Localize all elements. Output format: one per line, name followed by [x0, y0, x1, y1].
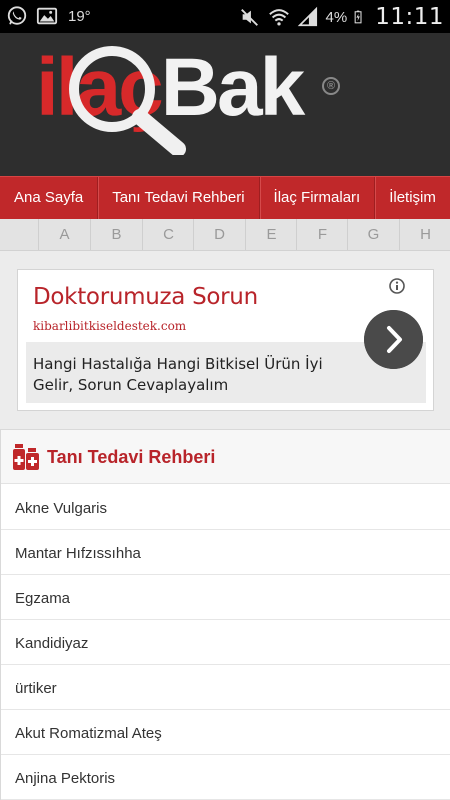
- ad-arrow-button[interactable]: [364, 310, 423, 369]
- status-bar: 19° 4% 11:11: [0, 0, 450, 33]
- alphabet-letter[interactable]: C: [142, 219, 194, 250]
- alphabet-letter[interactable]: G: [347, 219, 399, 250]
- nav-item-contact[interactable]: İletişim: [375, 177, 450, 219]
- alphabet-letter[interactable]: B: [90, 219, 142, 250]
- list-item[interactable]: Mantar Hıfzıssıhha: [1, 530, 450, 575]
- status-bar-right: 4% 11:11: [239, 4, 444, 30]
- alphabet-letter[interactable]: F: [296, 219, 348, 250]
- magnifier-icon: [69, 46, 186, 155]
- nav-item-home[interactable]: Ana Sayfa: [0, 177, 99, 219]
- battery-percent-text: 4%: [325, 8, 348, 26]
- ad-content: Doktorumuza Sorun kibarlibitkiseldestek.…: [26, 278, 426, 403]
- list-item[interactable]: Akut Romatizmal Ateş: [1, 710, 450, 755]
- list-item[interactable]: ürtiker: [1, 665, 450, 710]
- alphabet-letter[interactable]: D: [193, 219, 245, 250]
- ad-info-icon[interactable]: [389, 278, 405, 294]
- ad-url[interactable]: kibarlibitkiseldestek.com: [33, 319, 186, 333]
- list-item[interactable]: Anjina Pektoris: [1, 755, 450, 800]
- medicine-bottles-icon: [13, 444, 39, 470]
- image-icon: [36, 7, 58, 25]
- registered-mark: ®: [322, 77, 340, 95]
- alphabet-letter[interactable]: A: [38, 219, 90, 250]
- wifi-icon: [268, 9, 289, 26]
- alphabet-letter[interactable]: E: [245, 219, 297, 250]
- alphabet-letter[interactable]: H: [399, 219, 450, 250]
- ad-banner[interactable]: Doktorumuza Sorun kibarlibitkiseldestek.…: [17, 269, 434, 411]
- diagnosis-list: Akne Vulgaris Mantar Hıfzıssıhha Egzama …: [1, 485, 450, 800]
- app-header: ilaçBak ®: [0, 33, 450, 176]
- signal-icon: [297, 6, 317, 27]
- list-item[interactable]: Egzama: [1, 575, 450, 620]
- battery-icon: [354, 10, 362, 24]
- clock-text: 11:11: [375, 4, 444, 30]
- whatsapp-icon: [7, 6, 27, 25]
- temperature-text: 19°: [68, 7, 91, 25]
- list-item[interactable]: Akne Vulgaris: [1, 485, 450, 530]
- nav-item-drug-companies[interactable]: İlaç Firmaları: [260, 177, 376, 219]
- mute-icon: [240, 9, 258, 26]
- status-bar-left: 19°: [6, 5, 91, 27]
- panel-title: Tanı Tedavi Rehberi: [47, 447, 216, 467]
- nav-item-diagnosis-guide[interactable]: Tanı Tedavi Rehberi: [98, 177, 260, 219]
- alphabet-index: A B C D E F G H: [0, 219, 450, 251]
- list-item[interactable]: Kandidiyaz: [1, 620, 450, 665]
- main-nav: Ana Sayfa Tanı Tedavi Rehberi İlaç Firma…: [0, 176, 450, 219]
- ad-title[interactable]: Doktorumuza Sorun: [33, 284, 258, 310]
- diagnosis-guide-panel: Tanı Tedavi Rehberi Akne Vulgaris Mantar…: [0, 429, 450, 800]
- ad-description: Hangi Hastalığa Hangi Bitkisel Ürün İyi …: [33, 355, 323, 394]
- panel-header: Tanı Tedavi Rehberi: [1, 430, 450, 484]
